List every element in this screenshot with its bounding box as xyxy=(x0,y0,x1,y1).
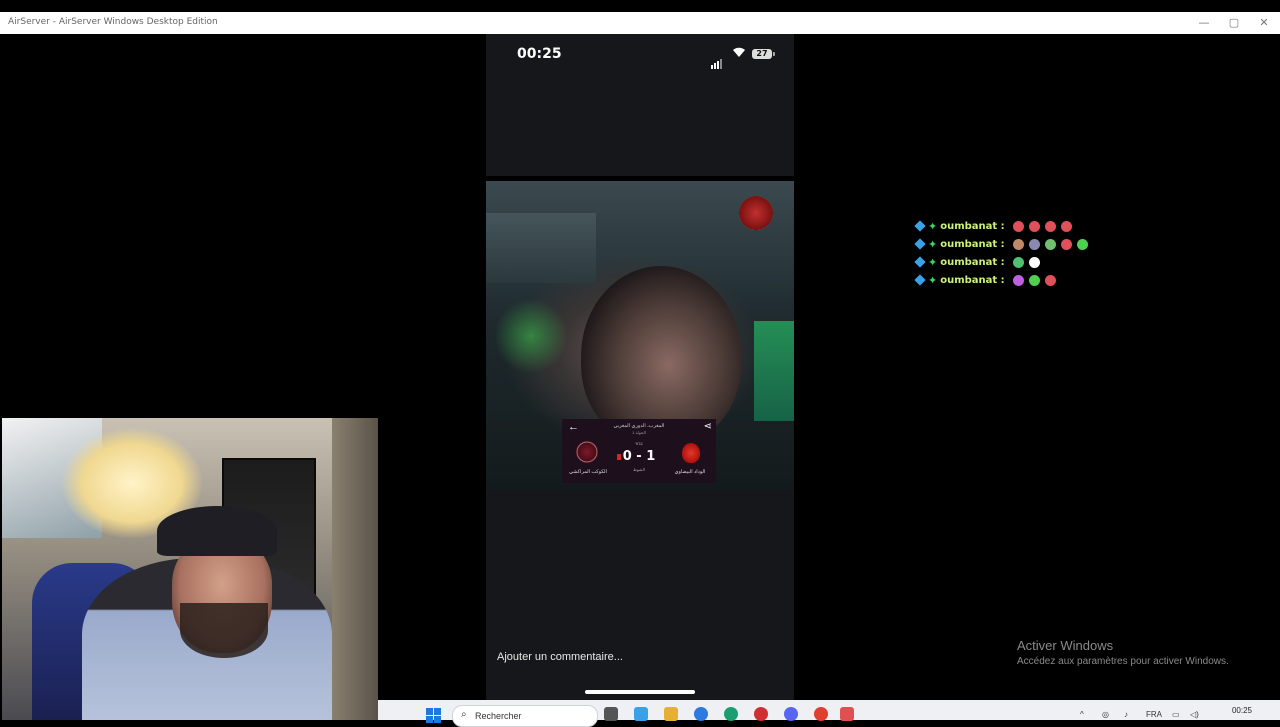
chrome-icon[interactable] xyxy=(814,707,828,721)
task-view-icon[interactable] xyxy=(604,707,618,721)
window-title: AirServer - AirServer Windows Desktop Ed… xyxy=(8,17,218,27)
windows-taskbar: ⌕ Rechercher ^ ◎ ♪ FRA ▭ ◁) 00:25 xyxy=(378,700,1280,727)
emote-icon xyxy=(1028,256,1040,268)
window-titlebar: AirServer - AirServer Windows Desktop Ed… xyxy=(0,12,1280,34)
away-team-name: الوداد البيضاوي xyxy=(674,469,706,475)
sparkle-badge-icon: ✦ xyxy=(928,220,938,233)
emote-icon xyxy=(1012,274,1024,286)
comment-input[interactable]: Ajouter un commentaire... xyxy=(497,651,623,663)
browser-icon[interactable] xyxy=(724,707,738,721)
minimize-button[interactable]: — xyxy=(1196,15,1212,31)
emote-icon xyxy=(1076,238,1088,250)
signal-icon xyxy=(711,51,723,69)
chat-message: ✦ oumbanat : xyxy=(914,235,1090,253)
chat-username[interactable]: oumbanat : xyxy=(940,221,1004,232)
emote-icon xyxy=(1060,238,1072,250)
round-label: الجولة 1 xyxy=(632,430,646,435)
windows-activation-watermark: Activer Windows Accédez aux paramètres p… xyxy=(1017,638,1229,667)
display-icon[interactable]: ▭ xyxy=(1172,710,1180,719)
chat-message: ✦ oumbanat : xyxy=(914,271,1090,289)
emote-icon xyxy=(1028,274,1040,286)
sparkle-badge-icon: ✦ xyxy=(928,238,938,251)
battery-icon: 27 xyxy=(752,49,775,59)
streamer-cap xyxy=(157,506,277,556)
phone-mirror-screen: 00:25 27 ← ⋖ المغرب، الدوري المغربي الجو… xyxy=(486,34,794,700)
chat-overlay: ✦ oumbanat : ✦ oumbanat : ✦ oumbanat : ✦ oumban… xyxy=(914,217,1090,289)
close-button[interactable]: ✕ xyxy=(1256,15,1272,31)
badge-icon xyxy=(914,256,926,268)
emote-icon xyxy=(1012,238,1024,250)
volume-icon[interactable]: ◁) xyxy=(1190,710,1199,719)
wifi-icon xyxy=(733,47,745,57)
activation-subtitle: Accédez aux paramètres pour activer Wind… xyxy=(1017,656,1229,667)
live-video[interactable]: ← ⋖ المغرب، الدوري المغربي الجولة 1 '9'1… xyxy=(486,181,794,491)
taskbar-clock[interactable]: 00:25 xyxy=(1216,706,1252,715)
emote-icon xyxy=(1012,256,1024,268)
activation-title: Activer Windows xyxy=(1017,638,1114,653)
emote-icon xyxy=(1060,220,1072,232)
chat-message: ✦ oumbanat : xyxy=(914,217,1090,235)
sparkle-badge-icon: ✦ xyxy=(928,256,938,269)
match-scoreboard: ← ⋖ المغرب، الدوري المغربي الجولة 1 '9'1… xyxy=(562,419,716,483)
league-name: المغرب، الدوري المغربي xyxy=(613,423,665,429)
app-icon[interactable] xyxy=(754,707,768,721)
webcam-overlay xyxy=(2,418,378,720)
emote-icon xyxy=(1044,238,1056,250)
emote-icon xyxy=(1044,220,1056,232)
emote-icon xyxy=(1012,220,1024,232)
channel-avatar[interactable] xyxy=(739,196,773,230)
airserver-icon[interactable] xyxy=(840,707,854,721)
badge-icon xyxy=(914,238,926,250)
maximize-button[interactable]: ▢ xyxy=(1226,15,1242,31)
chat-username[interactable]: oumbanat : xyxy=(940,239,1004,250)
away-crest-icon xyxy=(682,443,700,463)
chat-username[interactable]: oumbanat : xyxy=(940,257,1004,268)
home-team-name: الكوكب المراكشي xyxy=(569,469,607,475)
status-time: 00:25 xyxy=(517,46,562,62)
emote-icon xyxy=(1044,274,1056,286)
edge-icon[interactable] xyxy=(694,707,708,721)
widgets-icon[interactable] xyxy=(634,707,648,721)
chat-message: ✦ oumbanat : xyxy=(914,253,1090,271)
sparkle-badge-icon: ✦ xyxy=(928,274,938,287)
microphone-icon[interactable]: ♪ xyxy=(1124,710,1128,719)
emote-icon xyxy=(1028,220,1040,232)
badge-icon xyxy=(914,220,926,232)
network-icon[interactable]: ◎ xyxy=(1102,710,1109,719)
chevron-up-icon[interactable]: ^ xyxy=(1080,710,1084,719)
discord-icon[interactable] xyxy=(784,707,798,721)
taskbar-search[interactable]: ⌕ Rechercher xyxy=(452,705,598,727)
home-indicator[interactable] xyxy=(585,690,695,694)
badge-icon xyxy=(914,274,926,286)
language-indicator[interactable]: FRA xyxy=(1146,710,1162,719)
emote-icon xyxy=(1028,238,1040,250)
windows-start-icon[interactable] xyxy=(426,708,442,724)
search-icon: ⌕ xyxy=(461,709,467,720)
file-explorer-icon[interactable] xyxy=(664,707,678,721)
chat-username[interactable]: oumbanat : xyxy=(940,275,1004,286)
